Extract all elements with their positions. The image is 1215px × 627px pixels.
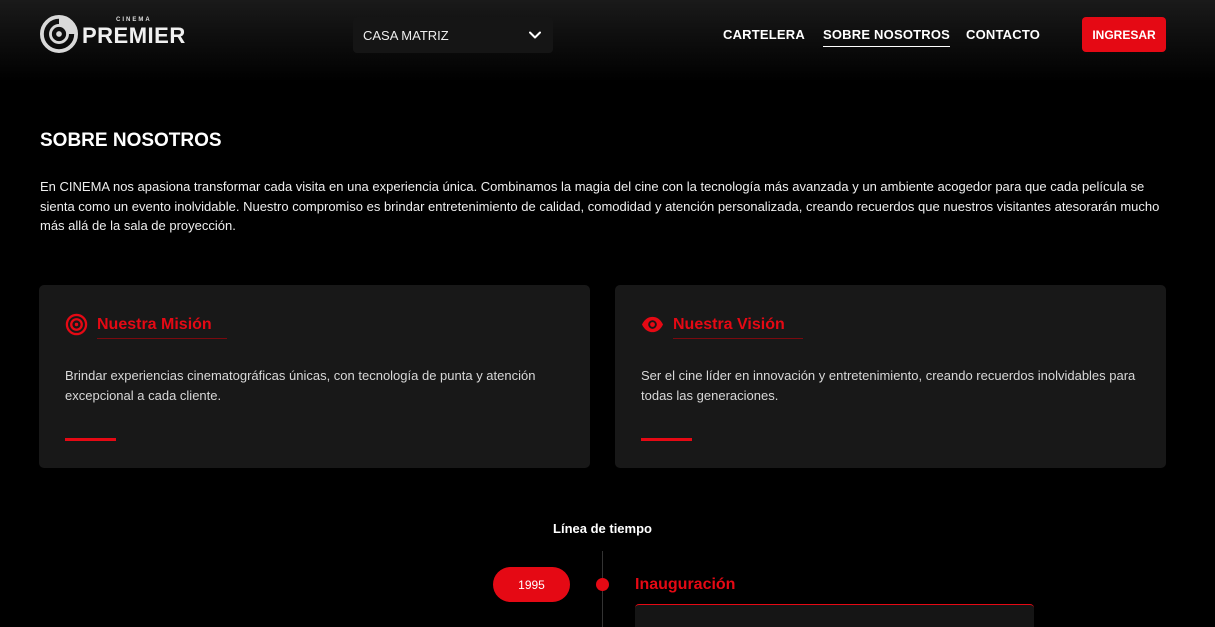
vision-text: Ser el cine líder en innovación y entret…: [641, 368, 1136, 403]
about-intro-text: En CINEMA nos apasiona transformar cada …: [40, 179, 1160, 233]
timeline-event-title: Inauguración: [635, 576, 736, 593]
logo-wordmark: CINEMA PREMIER: [82, 17, 186, 49]
vision-title-underline: [673, 338, 803, 339]
page-title: SOBRE NOSOTROS: [40, 130, 222, 151]
chevron-down-icon: [529, 31, 541, 39]
logo-film-reel-icon: [40, 15, 78, 53]
vision-accent-bar: [641, 438, 692, 441]
eye-icon: [641, 316, 664, 333]
vision-card: Nuestra Visión Ser el cine líder en inno…: [615, 285, 1166, 468]
mission-title-underline: [97, 338, 227, 339]
mission-card: Nuestra Misión Brindar experiencias cine…: [39, 285, 590, 468]
mission-accent-bar: [65, 438, 116, 441]
nav-sobre-nosotros[interactable]: SOBRE NOSOTROS: [823, 27, 951, 47]
branch-select-value: CASA MATRIZ: [363, 27, 449, 43]
timeline-year-badge: 1995: [493, 567, 570, 602]
vision-title: Nuestra Visión: [673, 315, 785, 333]
login-button[interactable]: INGRESAR: [1082, 17, 1166, 52]
nav-cartelera[interactable]: CARTELERA: [723, 27, 805, 42]
timeline-event-card: [635, 604, 1034, 627]
vision-card-header: Nuestra Visión: [641, 313, 785, 336]
site-header: CINEMA PREMIER CASA MATRIZ CARTELERA SOB…: [0, 0, 1215, 82]
logo-small-text: CINEMA: [116, 17, 152, 23]
nav-contacto[interactable]: CONTACTO: [966, 27, 1040, 42]
timeline-title: Línea de tiempo: [553, 521, 652, 536]
mission-card-header: Nuestra Misión: [65, 313, 212, 336]
branch-select[interactable]: CASA MATRIZ: [353, 17, 553, 53]
timeline-dot: [596, 578, 609, 591]
mission-title: Nuestra Misión: [97, 315, 212, 333]
cinema-premier-logo[interactable]: CINEMA PREMIER: [40, 14, 186, 54]
mission-text: Brindar experiencias cinematográficas ún…: [65, 368, 536, 403]
target-icon: [65, 313, 88, 336]
logo-big-text: PREMIER: [82, 23, 186, 48]
